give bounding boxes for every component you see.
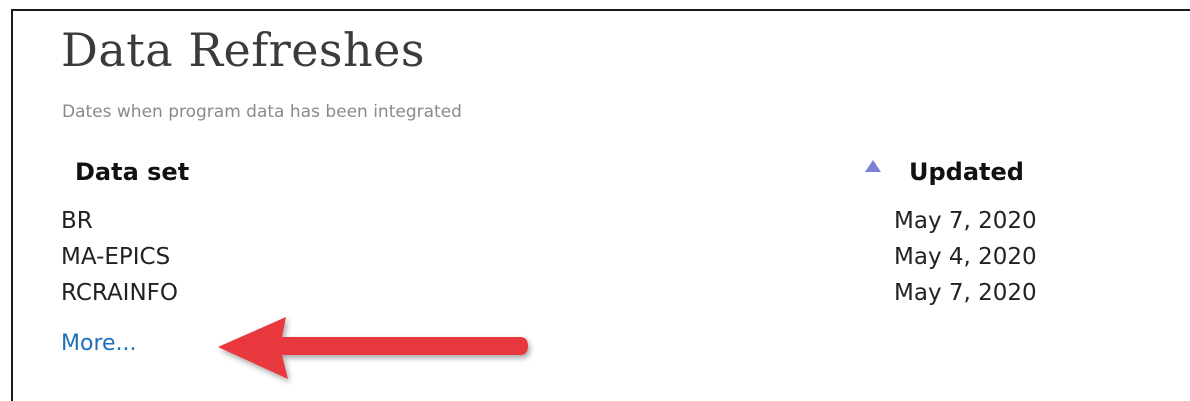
page-subtitle: Dates when program data has been integra…: [62, 102, 462, 122]
table-row-updated-date: May 7, 2020: [894, 208, 1037, 234]
column-header-data-set[interactable]: Data set: [75, 158, 189, 186]
more-link[interactable]: More...: [61, 331, 137, 356]
sort-ascending-icon[interactable]: [864, 159, 882, 173]
table-row-updated-date: May 4, 2020: [894, 244, 1037, 270]
column-header-updated[interactable]: Updated: [909, 158, 1024, 186]
table-row-dataset-name: MA-EPICS: [61, 244, 171, 270]
table-row-dataset-name: BR: [61, 208, 93, 234]
data-refreshes-panel: Data Refreshes Dates when program data h…: [11, 9, 1190, 401]
table-row-dataset-name: RCRAINFO: [61, 280, 178, 306]
table-row-updated-date: May 7, 2020: [894, 280, 1037, 306]
screenshot-frame: Data Refreshes Dates when program data h…: [0, 0, 1190, 401]
page-title: Data Refreshes: [61, 23, 425, 77]
red-arrow-left-icon: [218, 317, 528, 379]
